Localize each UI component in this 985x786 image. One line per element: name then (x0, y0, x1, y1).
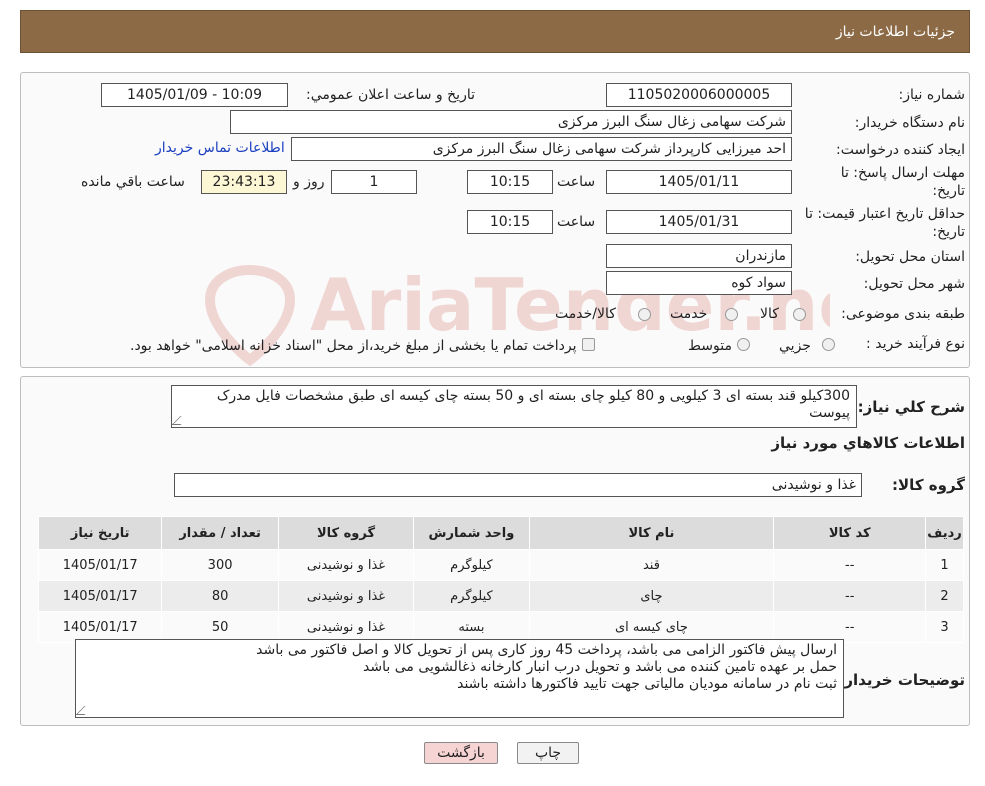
col-header-row-number: رديف (925, 516, 964, 550)
cell-date: 1405/01/17 (37, 580, 163, 612)
city-label: شهر محل تحویل: (863, 276, 965, 292)
deadline-time-label: ساعت (557, 174, 596, 190)
cell-quantity: 300 (161, 549, 279, 581)
province-field: مازندران (606, 244, 792, 268)
deadline-label-2: تاریخ: (932, 183, 965, 199)
creator-label: ایجاد کننده درخواست: (836, 142, 965, 158)
process-radio-minor[interactable] (822, 338, 835, 351)
buyer-contact-link[interactable]: اطلاعات تماس خریدار (155, 140, 285, 156)
cell-name: چای (528, 580, 775, 612)
col-header-quantity: تعداد / مقدار (161, 516, 279, 550)
cell-code: -- (773, 611, 927, 643)
category-label: طبقه بندی موضوعی: (841, 306, 965, 322)
cell-date: 1405/01/17 (37, 549, 163, 581)
cell-row-number: 3 (925, 611, 964, 643)
category-option-service: خدمت (670, 306, 708, 322)
buyer-note-line: حمل بر عهده تامین کننده می باشد و تحویل … (363, 659, 837, 675)
need-number-label: شماره نیاز: (898, 87, 966, 103)
col-header-unit: واحد شمارش (413, 516, 530, 550)
goods-group-label: گروه کالا: (892, 476, 965, 494)
days-field: 1 (331, 170, 417, 194)
buyer-note-line: ثبت نام در سامانه مودیان مالیاتی جهت تای… (457, 676, 837, 692)
process-option-medium: متوسط (688, 338, 732, 354)
validity-label-2: تاریخ: (932, 224, 965, 240)
col-header-date: تاریخ نیاز (37, 516, 163, 550)
process-label: نوع فرآیند خرید : (866, 336, 965, 352)
resize-grip-icon[interactable] (75, 706, 94, 715)
deadline-date-field: 1405/01/11 (606, 170, 792, 194)
table-row: 1 -- قند کیلوگرم غذا و نوشیدنی 300 1405/… (37, 549, 964, 581)
category-option-goods-service: کالا/خدمت (555, 306, 616, 322)
col-header-name: نام کالا (528, 516, 775, 550)
validity-label-1: حداقل تاریخ اعتبار قیمت: تا (804, 206, 965, 222)
creator-field: احد میرزایی کارپرداز شرکت سهامی زغال سنگ… (291, 137, 792, 161)
validity-time-field: 10:15 (467, 210, 553, 234)
category-radio-goods-service[interactable] (638, 308, 651, 321)
page-header: جزئیات اطلاعات نیاز (20, 10, 970, 53)
validity-time-label: ساعت (557, 214, 596, 230)
remaining-time-field: 23:43:13 (201, 170, 287, 194)
table-row: 2 -- چای کیلوگرم غذا و نوشیدنی 80 1405/0… (37, 580, 964, 612)
days-label: روز و (293, 174, 325, 190)
cell-unit: کیلوگرم (413, 580, 530, 612)
cell-code: -- (773, 549, 927, 581)
resize-grip-icon[interactable] (171, 416, 190, 425)
cell-date: 1405/01/17 (37, 611, 163, 643)
cell-unit: کیلوگرم (413, 549, 530, 581)
cell-name: قند (528, 549, 775, 581)
process-option-minor: جزیي (779, 338, 811, 354)
table-row: 3 -- چای کیسه ای بسته غذا و نوشیدنی 50 1… (37, 611, 964, 643)
col-header-group: گروه کالا (277, 516, 415, 550)
table-header-row: رديف کد کالا نام کالا واحد شمارش گروه کا… (37, 516, 964, 550)
cell-group: غذا و نوشیدنی (277, 580, 415, 612)
cell-quantity: 50 (161, 611, 279, 643)
cell-name: چای کیسه ای (528, 611, 775, 643)
goods-group-field: غذا و نوشیدنی (174, 473, 862, 497)
col-header-code: کد کالا (773, 516, 927, 550)
category-radio-goods[interactable] (793, 308, 806, 321)
province-label: استان محل تحویل: (855, 249, 965, 265)
back-button[interactable]: بازگشت (424, 742, 498, 764)
deadline-label-1: مهلت ارسال پاسخ: تا (840, 165, 965, 181)
print-button[interactable]: چاپ (517, 742, 579, 764)
goods-section-title: اطلاعات کالاهاي مورد نياز (771, 434, 965, 452)
cell-group: غذا و نوشیدنی (277, 611, 415, 643)
cell-row-number: 2 (925, 580, 964, 612)
items-table-wrap: رديف کد کالا نام کالا واحد شمارش گروه کا… (37, 516, 964, 643)
cell-unit: بسته (413, 611, 530, 643)
need-number-field: 1105020006000005 (606, 83, 792, 107)
remaining-label: ساعت باقي مانده (81, 174, 185, 190)
cell-code: -- (773, 580, 927, 612)
buyer-org-field: شرکت سهامی زغال سنگ البرز مرکزی (230, 110, 792, 134)
buyer-notes-textarea[interactable]: ارسال پیش فاکتور الزامی می باشد، پرداخت … (75, 639, 844, 718)
summary-textarea[interactable]: 300کیلو قند بسته ای 3 کیلویی و 80 کیلو چ… (171, 385, 857, 428)
summary-label: شرح کلي نياز: (857, 398, 965, 416)
process-note: پرداخت تمام یا بخشی از مبلغ خرید،از محل … (130, 338, 577, 354)
items-table: رديف کد کالا نام کالا واحد شمارش گروه کا… (37, 516, 964, 643)
buyer-notes-label: توضیحات خریدار: (838, 671, 965, 689)
announce-label: تاریخ و ساعت اعلان عمومي: (306, 87, 475, 103)
category-option-goods: کالا (760, 306, 779, 322)
summary-text: 300کیلو قند بسته ای 3 کیلویی و 80 کیلو چ… (216, 388, 850, 421)
city-field: سواد کوه (606, 271, 792, 295)
announce-field: 1405/01/09 - 10:09 (101, 83, 288, 107)
cell-group: غذا و نوشیدنی (277, 549, 415, 581)
process-checkbox-treasury[interactable] (582, 338, 595, 351)
page-title: جزئیات اطلاعات نیاز (835, 24, 955, 40)
cell-quantity: 80 (161, 580, 279, 612)
cell-row-number: 1 (925, 549, 964, 581)
deadline-time-field: 10:15 (467, 170, 553, 194)
category-radio-service[interactable] (725, 308, 738, 321)
buyer-org-label: نام دستگاه خریدار: (854, 115, 965, 131)
buyer-note-line: ارسال پیش فاکتور الزامی می باشد، پرداخت … (256, 642, 837, 658)
process-radio-medium[interactable] (737, 338, 750, 351)
validity-date-field: 1405/01/31 (606, 210, 792, 234)
